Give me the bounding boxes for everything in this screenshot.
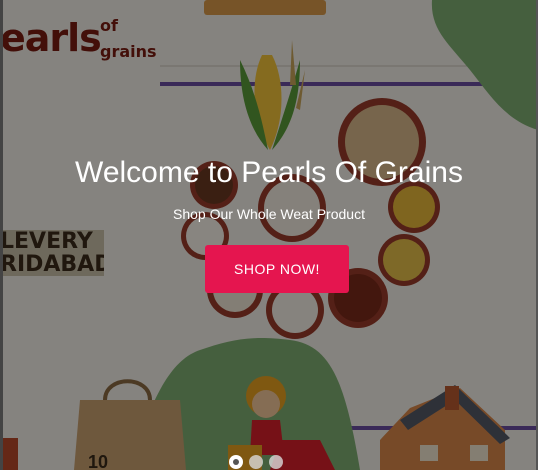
shop-now-button[interactable]: SHOP NOW!	[205, 245, 349, 293]
carousel-dot-1[interactable]	[229, 455, 243, 469]
carousel-dot-3[interactable]	[269, 455, 283, 469]
hero-banner: 10 earls of grains LEVERY RIDABAD Welcom…	[0, 0, 538, 470]
carousel-indicators	[229, 455, 283, 469]
hero-title: Welcome to Pearls Of Grains	[75, 156, 463, 189]
carousel-dot-2[interactable]	[249, 455, 263, 469]
hero-subtitle: Shop Our Whole Weat Product	[173, 206, 365, 222]
hero-content: Welcome to Pearls Of Grains Shop Our Who…	[0, 0, 538, 470]
